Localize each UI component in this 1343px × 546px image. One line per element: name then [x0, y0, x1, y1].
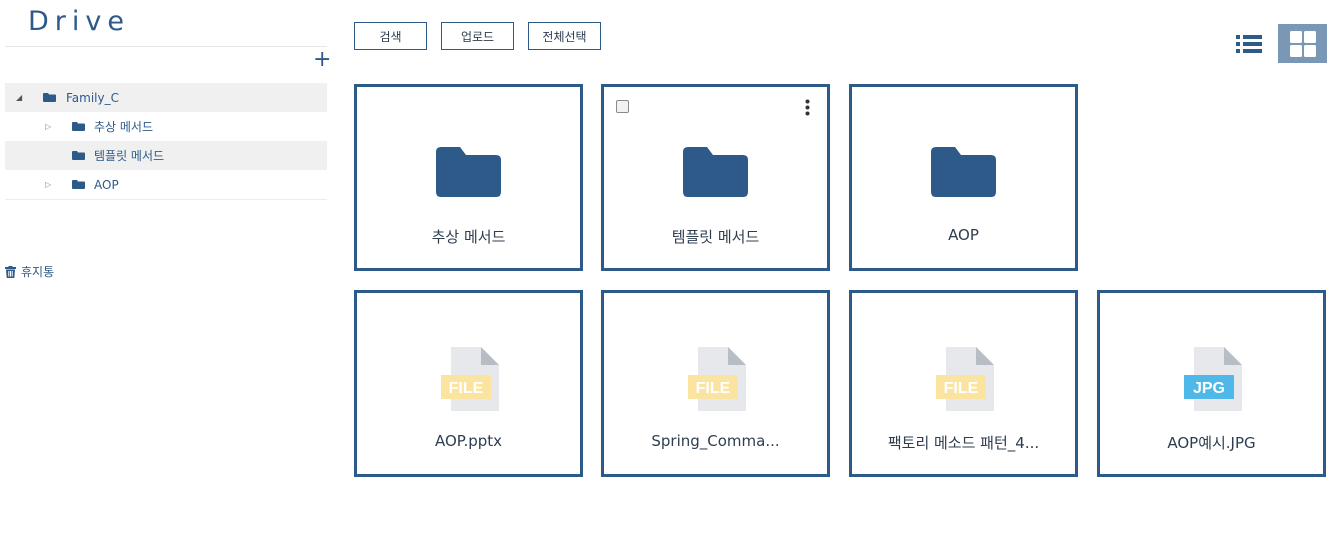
file-name: AOP예시.JPG	[1167, 434, 1256, 452]
file-icon: FILE	[936, 347, 994, 411]
file-card[interactable]: FILE 팩토리 메소드 패턴_4...	[849, 290, 1078, 477]
folder-icon	[931, 147, 996, 197]
file-name: Spring_Comma...	[651, 432, 780, 450]
tree-item-label: 추상 메서드	[94, 120, 154, 134]
file-card[interactable]: JPG AOP예시.JPG	[1097, 290, 1326, 477]
folder-card[interactable]: 추상 메서드	[354, 84, 583, 271]
more-options-icon[interactable]	[805, 99, 810, 116]
folder-icon	[72, 122, 85, 131]
svg-text:JPG: JPG	[1193, 380, 1225, 397]
folder-icon	[72, 180, 85, 189]
file-card[interactable]: FILE Spring_Comma...	[601, 290, 830, 477]
upload-button[interactable]: 업로드	[441, 22, 514, 50]
sidebar: Drive + ◢ Family_C ▷ 추상 메서드 템플릿 메서드 ▷ AO…	[0, 0, 331, 546]
divider	[5, 199, 327, 200]
svg-text:FILE: FILE	[696, 380, 731, 397]
folder-icon	[683, 147, 748, 197]
folder-icon	[72, 151, 85, 160]
select-checkbox[interactable]	[616, 100, 629, 113]
grid-view-button[interactable]	[1278, 24, 1327, 63]
folder-tree: ◢ Family_C ▷ 추상 메서드 템플릿 메서드 ▷ AOP	[5, 83, 327, 200]
add-folder-button[interactable]: +	[313, 49, 331, 71]
image-file-icon: JPG	[1184, 347, 1242, 411]
trash-label: 휴지통	[21, 265, 55, 279]
svg-text:FILE: FILE	[944, 380, 979, 397]
search-button[interactable]: 검색	[354, 22, 427, 50]
folder-card[interactable]: AOP	[849, 84, 1078, 271]
trash-link[interactable]: 휴지통	[5, 263, 54, 280]
tree-item-template-method[interactable]: 템플릿 메서드	[5, 141, 327, 170]
folder-icon	[436, 147, 501, 197]
folder-name: 추상 메서드	[431, 228, 506, 246]
folder-name: AOP	[948, 226, 979, 244]
divider	[5, 46, 327, 47]
file-name: 팩토리 메소드 패턴_4...	[887, 434, 1040, 452]
folder-card[interactable]: 템플릿 메서드	[601, 84, 830, 271]
tree-item-label: AOP	[94, 177, 119, 192]
tree-item-family-c[interactable]: ◢ Family_C	[5, 83, 327, 112]
collapsed-arrow-icon[interactable]: ▷	[45, 122, 51, 131]
file-card[interactable]: FILE AOP.pptx	[354, 290, 583, 477]
folder-name: 템플릿 메서드	[671, 228, 760, 246]
file-name: AOP.pptx	[434, 432, 503, 450]
select-all-button[interactable]: 전체선택	[528, 22, 601, 50]
grid-view-icon	[1289, 30, 1316, 57]
app-logo[interactable]: Drive	[28, 6, 130, 37]
trash-icon	[5, 265, 16, 278]
tree-item-aop[interactable]: ▷ AOP	[5, 170, 327, 199]
file-icon: FILE	[688, 347, 746, 411]
file-icon: FILE	[441, 347, 499, 411]
folder-icon	[43, 93, 56, 102]
tree-item-label: 템플릿 메서드	[94, 149, 165, 163]
svg-text:FILE: FILE	[449, 380, 484, 397]
collapsed-arrow-icon[interactable]: ▷	[45, 180, 51, 189]
list-view-icon[interactable]	[1232, 30, 1266, 62]
expanded-arrow-icon[interactable]: ◢	[16, 93, 22, 102]
tree-item-label: Family_C	[66, 90, 119, 105]
tree-item-abstract-method[interactable]: ▷ 추상 메서드	[5, 112, 327, 141]
